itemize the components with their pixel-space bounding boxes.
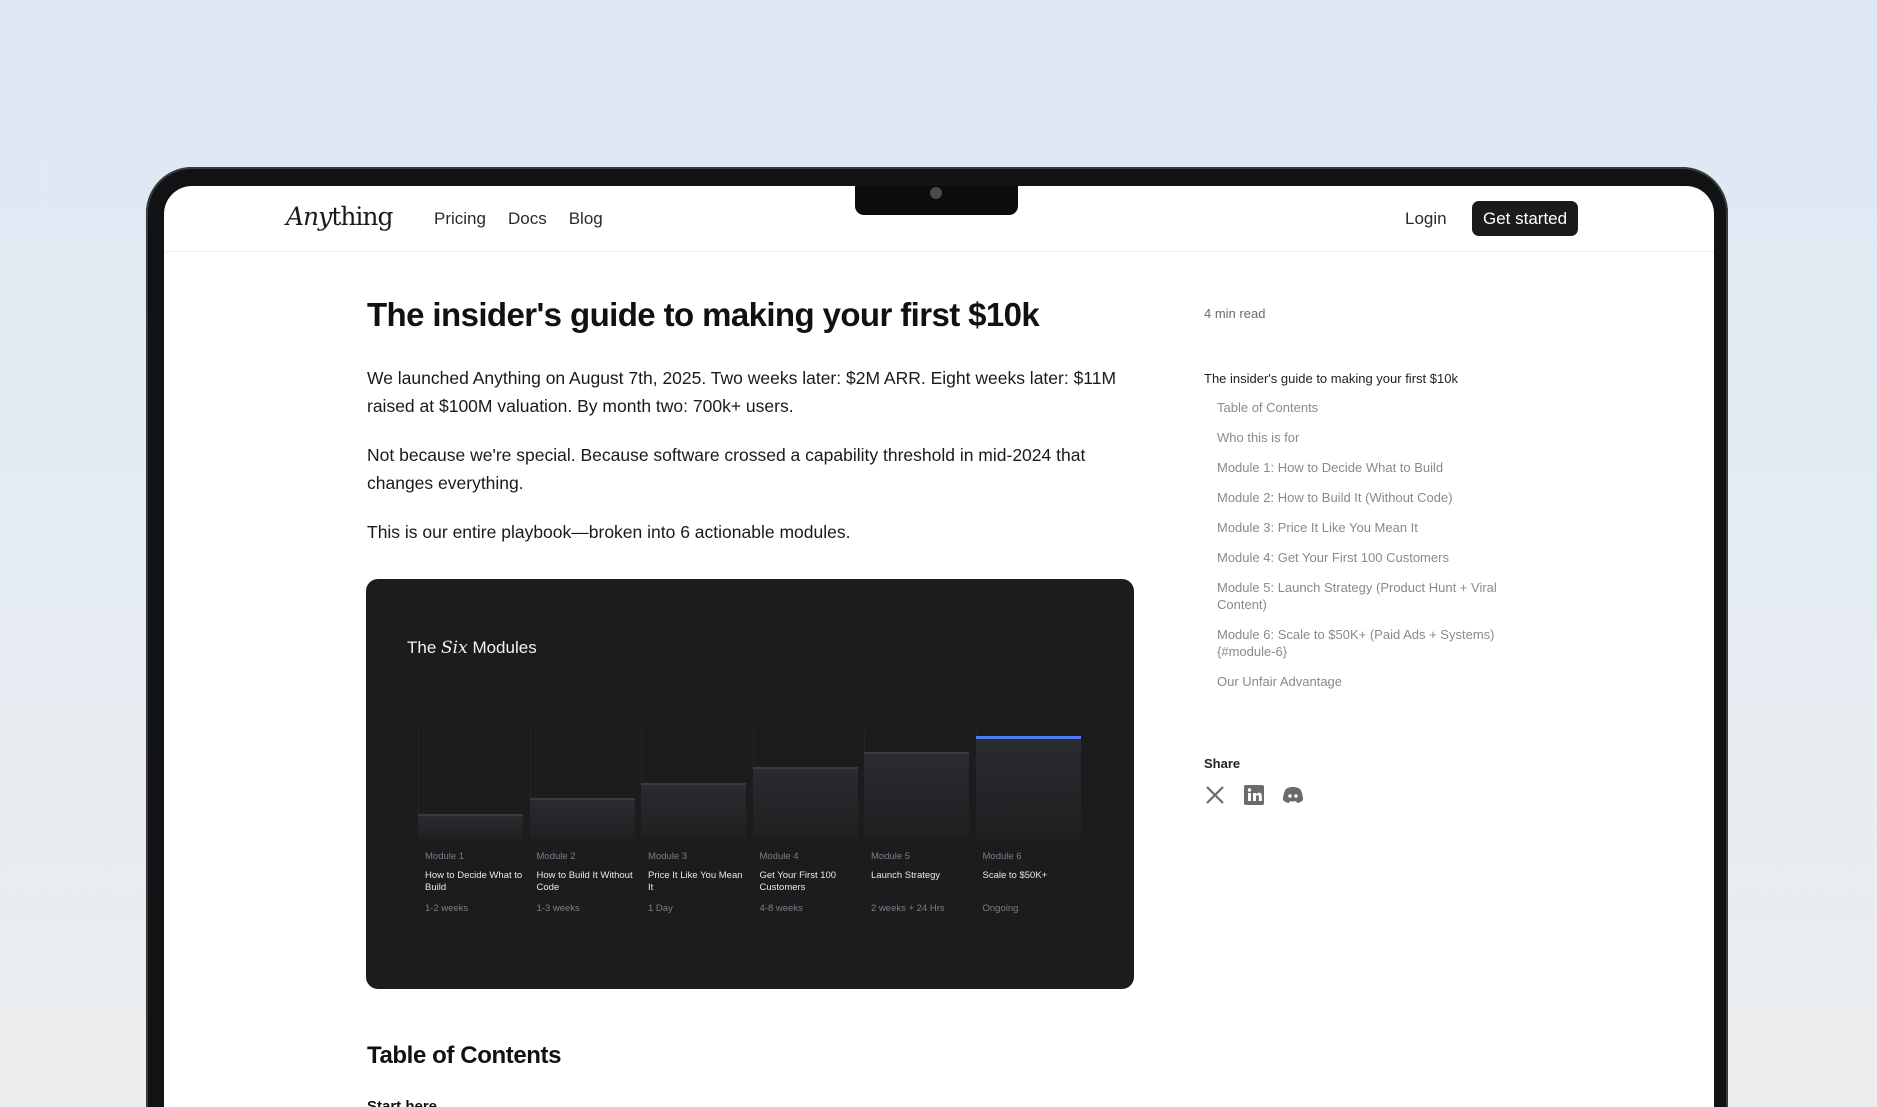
module-name-1: How to Decide What to Build (425, 870, 523, 893)
card-title-post: Modules (472, 638, 537, 657)
module-number-2: Module 2 (536, 851, 576, 862)
six-modules-card: The Six Modules Module 1 How to Decide Wh… (366, 579, 1134, 989)
sidebar-toc: The insider's guide to making your first… (1204, 371, 1524, 703)
module-column-2 (529, 729, 635, 839)
module-column-3 (641, 729, 746, 839)
module-name-4: Get Your First 100 Customers (759, 870, 837, 893)
toc-item[interactable]: Module 5: Launch Strategy (Product Hunt … (1217, 579, 1524, 613)
module-bar-1 (418, 813, 523, 839)
logo-rest: thing (331, 202, 393, 231)
module-duration-1: 1-2 weeks (425, 903, 469, 914)
discord-icon[interactable] (1282, 784, 1304, 806)
toc-item[interactable]: Our Unfair Advantage (1217, 673, 1524, 690)
linkedin-icon[interactable] (1243, 784, 1265, 806)
nav-link-pricing[interactable]: Pricing (434, 209, 486, 229)
module-name-2: How to Build It Without Code (536, 870, 633, 893)
logo-italic: Any (286, 202, 332, 231)
module-column-5 (864, 729, 969, 839)
module-bar-2 (529, 798, 635, 839)
toc-item[interactable]: Who this is for (1217, 429, 1524, 446)
share-icons (1204, 784, 1304, 806)
card-title-pre: The (407, 638, 437, 657)
toc-item[interactable]: Table of Contents (1217, 399, 1524, 416)
module-duration-4: 4-8 weeks (759, 903, 803, 914)
read-time: 4 min read (1204, 306, 1266, 321)
toc-heading: Table of Contents (367, 1042, 562, 1069)
nav-link-docs[interactable]: Docs (508, 209, 547, 229)
module-duration-5: 2 weeks + 24 Hrs (871, 903, 945, 914)
login-link[interactable]: Login (1405, 209, 1447, 229)
toc-items: Table of Contents Who this is for Module 1… (1204, 399, 1524, 690)
get-started-button[interactable]: Get started (1472, 201, 1579, 236)
toc-item[interactable]: Module 2: How to Build It (Without Code) (1217, 489, 1524, 506)
anything-logo[interactable]: Anything (286, 202, 394, 231)
playbook-paragraph: This is our entire playbook—broken into … (367, 522, 851, 542)
toc-item[interactable]: Module 3: Price It Like You Mean It (1217, 519, 1524, 536)
x-icon[interactable] (1204, 784, 1226, 806)
module-number-3: Module 3 (648, 851, 688, 862)
module-duration-3: 1 Day (648, 903, 673, 914)
module-column-1 (418, 729, 523, 839)
module-column-4 (752, 729, 858, 839)
screen-edge (164, 286, 167, 324)
toc-main-link[interactable]: The insider's guide to making your first… (1204, 371, 1524, 386)
nav-links: Pricing Docs Blog (434, 209, 603, 229)
module-duration-6: Ongoing (982, 903, 1019, 914)
start-here-heading: Start here (367, 1098, 438, 1107)
browser-screen: Anything Pricing Docs Blog Login Get sta… (164, 186, 1714, 1107)
module-name-6: Scale to $50K+ (982, 870, 1048, 881)
module-bar-4 (752, 767, 858, 839)
module-name-3: Price It Like You Mean It (648, 870, 743, 893)
article-title: The insider's guide to making your first… (367, 296, 1040, 333)
share-label: Share (1204, 756, 1241, 771)
module-duration-2: 1-3 weeks (536, 903, 580, 914)
module-number-5: Module 5 (871, 851, 911, 862)
card-title-emphasis: Six (441, 638, 468, 658)
module-bar-5 (864, 751, 969, 839)
toc-item[interactable]: Module 6: Scale to $50K+ (Paid Ads + Sys… (1217, 626, 1524, 660)
reason-paragraph: Not because we're special. Because softw… (367, 445, 1086, 493)
module-column-6 (975, 729, 1081, 839)
module-number-4: Module 4 (759, 851, 799, 862)
module-number-1: Module 1 (425, 851, 465, 862)
module-bar-3 (641, 782, 746, 839)
card-title: The Six Modules (407, 638, 537, 658)
intro-paragraph: We launched Anything on August 7th, 2025… (367, 368, 1117, 416)
nav-link-blog[interactable]: Blog (569, 209, 603, 229)
toc-item[interactable]: Module 1: How to Decide What to Build (1217, 459, 1524, 476)
module-bar-6 (975, 736, 1081, 839)
toc-item[interactable]: Module 4: Get Your First 100 Customers (1217, 549, 1524, 566)
camera-dot (930, 187, 942, 199)
module-number-6: Module 6 (982, 851, 1022, 862)
module-name-5: Launch Strategy (871, 870, 941, 881)
